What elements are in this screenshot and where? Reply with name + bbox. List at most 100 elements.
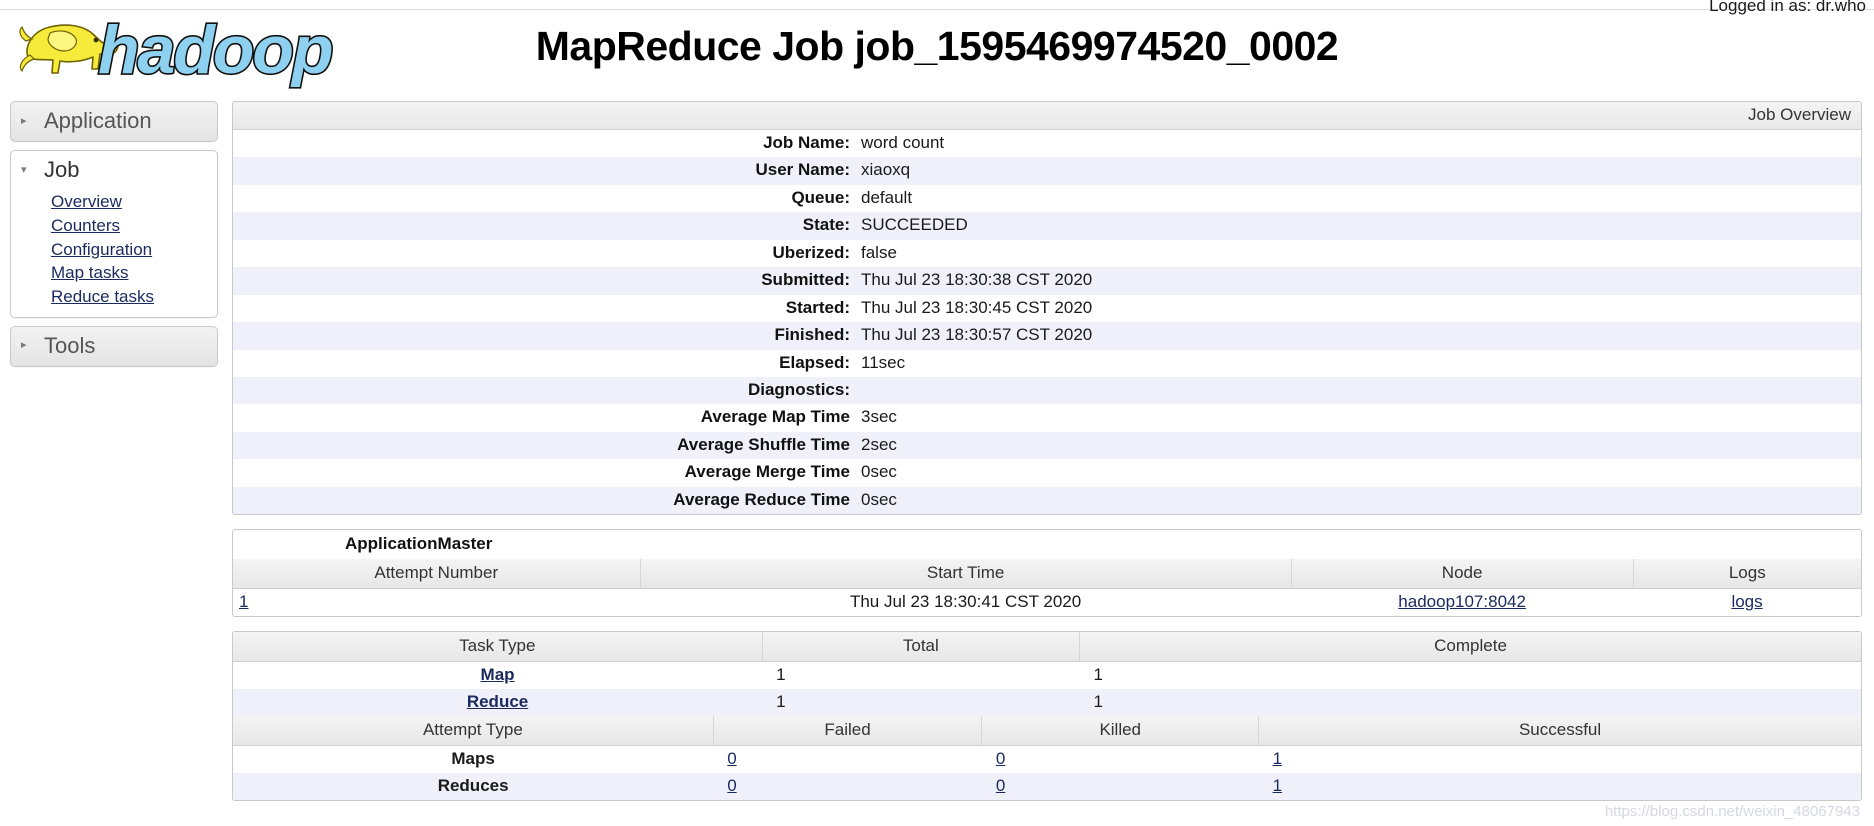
row-value: 0sec (861, 489, 897, 509)
attempt-number-link[interactable]: 1 (239, 592, 248, 611)
table-row: Maps 0 0 1 (233, 745, 1861, 774)
table-row: Uberized: false (233, 239, 1861, 268)
cell-attempt-type: Reduces (437, 776, 509, 796)
sidebar-section-job-header[interactable]: ▾ Job (11, 151, 217, 190)
job-overview-table: Job Name: word count User Name: xiaoxq Q… (233, 130, 1861, 515)
table-row: Job Name: word count (233, 130, 1861, 158)
application-master-title: ApplicationMaster (233, 530, 1861, 560)
row-value: Thu Jul 23 18:30:57 CST 2020 (861, 325, 1093, 345)
sidebar: ▸ Application ▾ Job Overview Counters Co… (10, 101, 218, 375)
sidebar-item-map-tasks[interactable]: Map tasks (51, 261, 128, 285)
maps-killed-link[interactable]: 0 (996, 749, 1005, 768)
list-item: Configuration (51, 238, 217, 262)
row-value: 0sec (861, 462, 897, 482)
row-value: Thu Jul 23 18:30:38 CST 2020 (861, 270, 1093, 290)
sidebar-item-overview[interactable]: Overview (51, 190, 122, 214)
cell-start-time: Thu Jul 23 18:30:41 CST 2020 (849, 592, 1082, 612)
column-header-logs[interactable]: Logs (1632, 559, 1861, 590)
table-row: Submitted: Thu Jul 23 18:30:38 CST 2020 (233, 267, 1861, 295)
row-key: Diagnostics: (747, 379, 850, 399)
row-value: SUCCEEDED (861, 215, 968, 235)
body-area: ▸ Application ▾ Job Overview Counters Co… (0, 101, 1874, 826)
column-header-total[interactable]: Total (761, 632, 1080, 663)
column-header-failed[interactable]: Failed (712, 716, 982, 747)
cell-complete: 1 (1093, 665, 1104, 685)
reduces-successful-link[interactable]: 1 (1273, 776, 1282, 795)
reduces-killed-link[interactable]: 0 (996, 776, 1005, 795)
row-key: Queue: (791, 187, 850, 207)
task-summary-table: Task Type Total Complete Map 1 1 Reduce … (233, 632, 1861, 717)
row-value: word count (861, 133, 945, 152)
sidebar-section-job-label: Job (44, 157, 80, 182)
table-row: State: SUCCEEDED (233, 212, 1861, 240)
sidebar-section-job[interactable]: ▾ Job Overview Counters Configuration Ma… (10, 150, 218, 318)
list-item: Map tasks (51, 261, 217, 285)
task-type-map-link[interactable]: Map (481, 665, 515, 684)
sidebar-job-links: Overview Counters Configuration Map task… (11, 190, 217, 317)
table-row: Diagnostics: (233, 376, 1861, 405)
column-header-task-type[interactable]: Task Type (233, 632, 763, 663)
column-header-attempt-number[interactable]: Attempt Number (233, 559, 640, 590)
maps-failed-link[interactable]: 0 (727, 749, 736, 768)
row-key: Average Map Time (700, 407, 850, 427)
sidebar-item-counters[interactable]: Counters (51, 214, 120, 238)
page-root: Logged in as: dr.who hadoop MapReduce Jo… (0, 0, 1874, 826)
sidebar-item-configuration[interactable]: Configuration (51, 238, 152, 262)
column-header-node[interactable]: Node (1290, 559, 1634, 590)
application-master-panel: ApplicationMaster Attempt Number Start T… (232, 529, 1862, 618)
table-header-row: Task Type Total Complete (233, 632, 1861, 663)
sidebar-section-application-header[interactable]: ▸ Application (11, 102, 217, 141)
chevron-right-icon: ▸ (21, 114, 27, 127)
table-row: Average Merge Time 0sec (233, 459, 1861, 487)
list-item: Reduce tasks (51, 285, 217, 309)
sidebar-section-tools[interactable]: ▸ Tools (10, 325, 218, 367)
task-summary-panel: Task Type Total Complete Map 1 1 Reduce … (232, 631, 1862, 802)
page-title: MapReduce Job job_1595469974520_0002 (535, 23, 1339, 69)
row-value (861, 377, 1861, 404)
sidebar-section-application[interactable]: ▸ Application (10, 101, 218, 142)
cell-total: 1 (776, 665, 786, 685)
table-row: User Name: xiaoxq (233, 157, 1861, 185)
logs-link[interactable]: logs (1731, 592, 1762, 611)
sidebar-section-tools-header[interactable]: ▸ Tools (11, 327, 217, 366)
row-value: 2sec (861, 434, 897, 454)
column-header-complete[interactable]: Complete (1079, 632, 1861, 663)
maps-successful-link[interactable]: 1 (1273, 749, 1282, 768)
row-value: 3sec (861, 407, 897, 427)
cell-successful: 1 (1259, 773, 1861, 800)
row-value: false (861, 242, 897, 262)
cell-successful: 1 (1259, 746, 1861, 774)
sidebar-item-reduce-tasks[interactable]: Reduce tasks (51, 285, 154, 309)
cell-total: 1 (776, 692, 786, 712)
table-row: Map 1 1 (233, 661, 1861, 690)
table-row: Average Reduce Time 0sec (233, 486, 1861, 515)
task-type-reduce-link[interactable]: Reduce (467, 692, 528, 711)
table-row: Queue: default (233, 184, 1861, 213)
column-header-successful[interactable]: Successful (1258, 716, 1861, 747)
row-value: 11sec (861, 352, 906, 372)
cell-logs: logs (1633, 589, 1861, 617)
row-key: User Name: (755, 160, 851, 180)
application-master-table: ApplicationMaster Attempt Number Start T… (233, 530, 1861, 617)
attempt-summary-table: Attempt Type Failed Killed Successful Ma… (233, 716, 1861, 801)
cell-failed: 0 (713, 773, 982, 800)
main-content: Job Overview Job Name: word count User N… (232, 101, 1862, 815)
table-header-row: Attempt Number Start Time Node Logs (233, 559, 1861, 590)
row-value: xiaoxq (861, 160, 911, 180)
cell-node: hadoop107:8042 (1291, 589, 1633, 617)
row-key: Started: (785, 297, 850, 317)
cell-complete: 1 (1093, 692, 1104, 712)
table-row: Average Shuffle Time 2sec (233, 431, 1861, 460)
column-header-killed[interactable]: Killed (981, 716, 1259, 747)
row-key: Average Shuffle Time (677, 434, 850, 454)
column-header-attempt-type[interactable]: Attempt Type (233, 716, 714, 747)
row-value: default (861, 187, 913, 207)
reduces-failed-link[interactable]: 0 (727, 776, 736, 795)
table-row: Average Map Time 3sec (233, 404, 1861, 432)
row-key: Average Reduce Time (673, 489, 850, 509)
list-item: Counters (51, 214, 217, 238)
node-link[interactable]: hadoop107:8042 (1398, 592, 1526, 611)
column-header-start-time[interactable]: Start Time (639, 559, 1292, 590)
row-key: State: (802, 215, 850, 235)
cell-task-type: Map (233, 662, 762, 690)
